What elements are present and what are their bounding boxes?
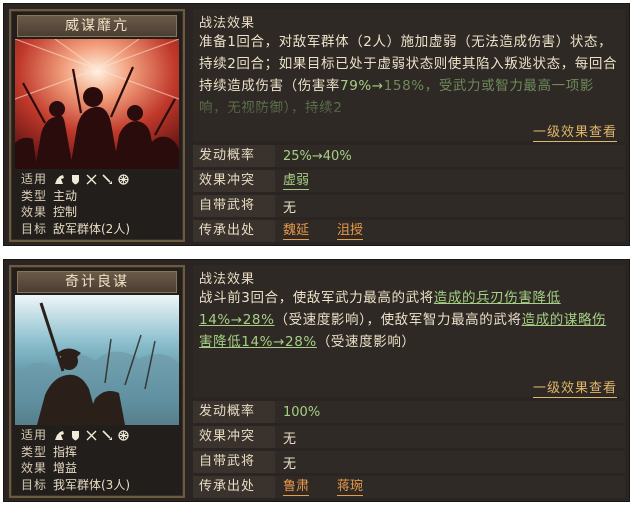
inherit-general-link[interactable]: 沮授 bbox=[337, 223, 364, 240]
info-key: 效果 bbox=[21, 205, 48, 219]
row-key: 发动概率 bbox=[193, 401, 275, 423]
inherit-general-link[interactable]: 鲁肃 bbox=[283, 479, 310, 496]
info-key: 效果 bbox=[21, 461, 48, 475]
conflict-value: 无 bbox=[283, 431, 297, 447]
info-value: 敌军群体(2人) bbox=[53, 221, 130, 236]
tactic-name: 奇计良谋 bbox=[17, 271, 177, 293]
effect-title: 战法效果 bbox=[199, 16, 256, 31]
tactic-name: 威谋靡亢 bbox=[17, 15, 177, 37]
row-value: 无 bbox=[275, 197, 296, 216]
trigger-rate-value: 100% bbox=[283, 404, 321, 420]
effect-box: 战法效果 战斗前3回合，使敌军武力最高的武将造成的兵刃伤害降低14%→28%（受… bbox=[193, 265, 625, 398]
row-value: 100% bbox=[275, 405, 320, 420]
row-value: 虚弱 bbox=[275, 173, 310, 190]
shield-icon bbox=[69, 173, 81, 185]
row-key: 发动概率 bbox=[193, 145, 275, 167]
row-key: 自带武将 bbox=[193, 195, 275, 217]
horse-icon bbox=[53, 429, 65, 441]
conflict-link[interactable]: 虚弱 bbox=[283, 173, 310, 190]
unit-icons bbox=[53, 173, 129, 185]
info-value: 指挥 bbox=[53, 444, 78, 459]
tactic-attributes: 发动概率 100% 效果冲突 无 自带武将 无 传承出处 鲁肃 蒋琬 bbox=[193, 401, 625, 501]
row-effect-conflict: 效果冲突 无 bbox=[193, 426, 625, 448]
row-inherit-source: 传承出处 鲁肃 蒋琬 bbox=[193, 476, 625, 498]
row-inherit-source: 传承出处 魏延 沮授 bbox=[193, 220, 625, 242]
tactic-art-image bbox=[15, 39, 179, 169]
shield-icon bbox=[69, 429, 81, 441]
row-trigger-rate: 发动概率 100% bbox=[193, 401, 625, 423]
trigger-rate-value: 25%→40% bbox=[283, 148, 352, 164]
level-one-effect-link[interactable]: 一级效果查看 bbox=[532, 377, 617, 398]
info-key: 适用 bbox=[21, 428, 48, 442]
row-value: 无 bbox=[275, 453, 296, 472]
row-trigger-rate: 发动概率 25%→40% bbox=[193, 145, 625, 167]
spear-icon bbox=[101, 429, 113, 441]
row-key: 自带武将 bbox=[193, 451, 275, 473]
info-key: 目标 bbox=[21, 221, 48, 236]
effect-text-part: 战斗前3回合，使敌军武力最高的武将 bbox=[199, 290, 434, 306]
siege-icon bbox=[117, 173, 129, 185]
info-row-type: 类型 指挥 bbox=[15, 444, 179, 461]
effect-text-highlight: 79%→ bbox=[340, 78, 384, 94]
unit-icons bbox=[53, 429, 129, 441]
bow-icon bbox=[85, 173, 97, 185]
info-value: 我军群体(3人) bbox=[53, 477, 130, 492]
row-value: 25%→40% bbox=[275, 149, 352, 164]
horse-icon bbox=[53, 173, 65, 185]
inherit-general-link[interactable]: 魏延 bbox=[283, 223, 310, 240]
spear-icon bbox=[101, 173, 113, 185]
tactic-panel-1: 威谋靡亢 适用 类型 主动 效果 控制 目标 敌军群体(2人) 战法效果 准备1… bbox=[3, 3, 630, 246]
row-own-general: 自带武将 无 bbox=[193, 195, 625, 217]
text-fade-overlay bbox=[199, 95, 619, 117]
info-row-type: 类型 主动 bbox=[15, 188, 179, 205]
info-value: 主动 bbox=[53, 188, 78, 203]
info-value: 增益 bbox=[53, 461, 78, 475]
info-key: 目标 bbox=[21, 477, 48, 492]
level-one-effect-link[interactable]: 一级效果查看 bbox=[532, 121, 617, 142]
row-key: 效果冲突 bbox=[193, 426, 275, 448]
row-value: 鲁肃 蒋琬 bbox=[275, 479, 364, 496]
tactic-card[interactable]: 奇计良谋 适用 类型 指挥 效果 增益 目标 我军群体(3人) bbox=[9, 265, 185, 498]
own-general-value: 无 bbox=[283, 456, 297, 472]
row-value: 魏延 沮授 bbox=[275, 223, 364, 240]
tactic-panel-2: 奇计良谋 适用 类型 指挥 效果 增益 目标 我军群体(3人) 战法效果 战斗前… bbox=[3, 259, 630, 502]
info-row-applicable: 适用 bbox=[15, 427, 179, 444]
row-key: 效果冲突 bbox=[193, 170, 275, 192]
info-row-target: 目标 我军群体(3人) bbox=[15, 477, 179, 494]
row-key: 传承出处 bbox=[193, 476, 275, 498]
effect-title: 战法效果 bbox=[199, 272, 256, 287]
row-key: 传承出处 bbox=[193, 220, 275, 242]
info-key: 类型 bbox=[21, 444, 48, 459]
info-key: 适用 bbox=[21, 172, 48, 186]
row-value: 无 bbox=[275, 428, 296, 447]
effect-description: 战斗前3回合，使敌军武力最高的武将造成的兵刃伤害降低14%→28%（受速度影响）… bbox=[199, 287, 619, 373]
effect-description: 准备1回合，对敌军群体（2人）施加虚弱（无法造成伤害）状态，持续2回合；如果目标… bbox=[199, 31, 619, 117]
tactic-art-image bbox=[15, 295, 179, 425]
info-row-applicable: 适用 bbox=[15, 171, 179, 188]
inherit-general-link[interactable]: 蒋琬 bbox=[337, 479, 364, 496]
bow-icon bbox=[85, 429, 97, 441]
row-own-general: 自带武将 无 bbox=[193, 451, 625, 473]
row-effect-conflict: 效果冲突 虚弱 bbox=[193, 170, 625, 192]
tactic-card[interactable]: 威谋靡亢 适用 类型 主动 效果 控制 目标 敌军群体(2人) bbox=[9, 9, 185, 242]
info-row-effect: 效果 增益 bbox=[15, 460, 179, 477]
effect-text-part: （受速度影响），使敌军智力最高的武将 bbox=[274, 312, 522, 328]
info-row-target: 目标 敌军群体(2人) bbox=[15, 221, 179, 238]
siege-icon bbox=[117, 429, 129, 441]
info-key: 类型 bbox=[21, 188, 48, 203]
effect-text-part: （受速度影响） bbox=[316, 334, 416, 350]
tactic-attributes: 发动概率 25%→40% 效果冲突 虚弱 自带武将 无 传承出处 魏延 沮授 bbox=[193, 145, 625, 245]
own-general-value: 无 bbox=[283, 200, 297, 216]
effect-box: 战法效果 准备1回合，对敌军群体（2人）施加虚弱（无法造成伤害）状态，持续2回合… bbox=[193, 9, 625, 142]
tactic-info: 适用 bbox=[15, 427, 179, 493]
info-value: 控制 bbox=[53, 205, 78, 219]
tactic-info: 适用 bbox=[15, 171, 179, 237]
info-row-effect: 效果 控制 bbox=[15, 204, 179, 221]
